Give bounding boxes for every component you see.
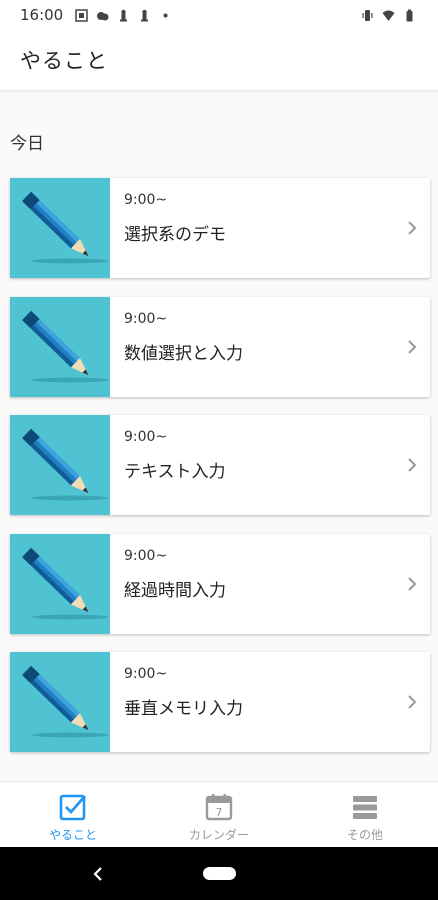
battery-icon [406,9,413,21]
task-title: 数値選択と入力 [124,344,243,364]
nav-item-more[interactable]: その他 [292,782,438,848]
nav-label: カレンダー [188,828,249,842]
calendar-notification-icon [75,8,88,22]
chevron-right-icon [408,221,417,235]
task-title: 垂直メモリ入力 [124,699,243,719]
chevron-right-icon [408,695,417,709]
task-card[interactable]: 9:00~ テキスト入力 [10,415,430,515]
task-title: 経過時間入力 [124,581,226,601]
task-time: 9:00~ [124,548,168,564]
pencil-icon [22,547,108,620]
system-navigation-bar [0,847,438,900]
task-title: テキスト入力 [124,462,226,482]
pencil-icon [22,665,108,738]
dot-icon [163,13,168,17]
chess-piece-icon [120,9,128,21]
task-card[interactable]: 9:00~ 選択系のデモ [10,178,430,278]
task-thumbnail [10,415,110,515]
task-time: 9:00~ [124,429,168,445]
nav-item-todo[interactable]: やること [0,782,146,848]
task-title: 選択系のデモ [124,225,226,245]
task-thumbnail [10,297,110,397]
task-card[interactable]: 9:00~ 数値選択と入力 [10,297,430,397]
chess-piece-icon [141,9,149,21]
notification-icons [75,8,172,22]
task-time: 9:00~ [124,192,168,208]
section-header-today: 今日 [10,134,44,154]
page-title: やること [20,49,108,73]
status-time: 16:00 [20,6,64,24]
chevron-right-icon [408,340,417,354]
pencil-icon [22,310,108,383]
app-bar: やること [0,30,438,91]
back-icon[interactable] [90,865,106,883]
calendar-icon: 7 [205,794,233,821]
checkbox-icon [59,794,87,821]
menu-icon [353,796,377,819]
pencil-icon [22,428,108,501]
chevron-right-icon [408,577,417,591]
task-list: 今日 9:00~ 選択系のデモ 9:00~ 数値選択と入力 9:00~ テキスト… [0,91,438,781]
nav-label: その他 [346,828,383,842]
vibrate-icon [362,9,373,21]
nav-label: やること [48,828,97,842]
task-time: 9:00~ [124,311,168,327]
task-card[interactable]: 9:00~ 経過時間入力 [10,534,430,634]
task-time: 9:00~ [124,666,168,682]
home-button[interactable] [203,867,236,880]
task-thumbnail [10,534,110,634]
chevron-right-icon [408,458,417,472]
status-bar: 16:00 [0,0,438,30]
pencil-icon [22,191,108,264]
task-card[interactable]: 9:00~ 垂直メモリ入力 [10,652,430,752]
calendar-day: 7 [216,806,223,819]
task-thumbnail [10,652,110,752]
cloud-notification-icon [97,11,109,20]
nav-item-calendar[interactable]: 7 カレンダー [146,782,292,848]
task-thumbnail [10,178,110,278]
wifi-icon [382,10,395,21]
bottom-navigation: やること 7 カレンダー その他 [0,781,438,848]
system-status-icons [361,9,416,22]
